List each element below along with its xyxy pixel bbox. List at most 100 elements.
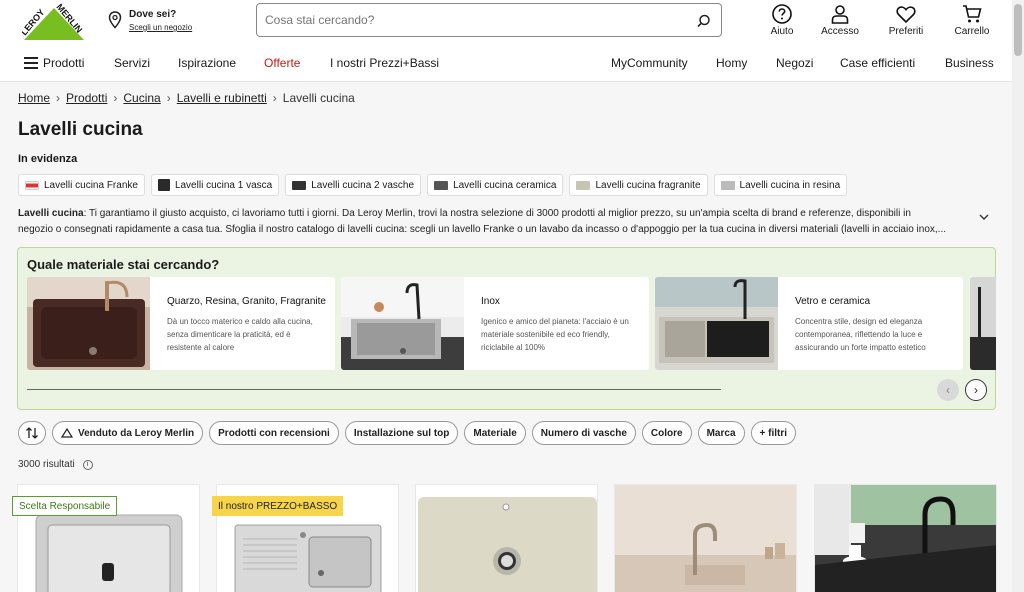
svg-text:LEROY: LEROY: [22, 7, 46, 37]
breadcrumb-cucina[interactable]: Cucina: [123, 91, 160, 105]
cart-icon: [963, 5, 982, 23]
vetro-sink-image: [655, 277, 778, 370]
chip-1-vasca[interactable]: Lavelli cucina 1 vasca: [150, 174, 280, 196]
main-navigation: Prodotti Servizi Ispirazione Offerte I n…: [0, 46, 1012, 82]
breadcrumb-home[interactable]: Home: [18, 91, 50, 105]
chip-label: Lavelli cucina in resina: [739, 179, 841, 191]
filter-label: Venduto da Leroy Merlin: [78, 427, 195, 439]
product-card[interactable]: [415, 484, 598, 592]
filter-label: Numero di vasche: [540, 427, 627, 439]
choose-store-link[interactable]: Scegli un negozio: [129, 23, 192, 32]
badge-scelta-responsabile: Scelta Responsabile: [12, 496, 118, 516]
chip-resina[interactable]: Lavelli cucina in resina: [713, 174, 848, 196]
nav-item-servizi[interactable]: Servizi: [114, 56, 150, 70]
filter-label: Colore: [650, 427, 683, 439]
breadcrumb: Home › Prodotti › Cucina › Lavelli e rub…: [18, 91, 355, 105]
logo-text: LEROY MERLIN: [22, 2, 84, 37]
scrollbar-thumb[interactable]: [1014, 4, 1022, 56]
featured-chips: Lavelli cucina Franke Lavelli cucina 1 v…: [18, 174, 848, 196]
search-bar[interactable]: [256, 3, 722, 37]
chip-ceramica[interactable]: Lavelli cucina ceramica: [427, 174, 564, 196]
nav-item-mycommunity[interactable]: MyCommunity: [611, 56, 688, 70]
menu-icon[interactable]: [24, 57, 38, 69]
chevron-right-icon: ›: [113, 91, 118, 105]
product-image: [416, 485, 597, 592]
page-title: Lavelli cucina: [18, 119, 143, 140]
chip-thumbnail: [157, 179, 170, 191]
product-image: [815, 485, 996, 592]
search-input[interactable]: [265, 11, 685, 29]
product-card[interactable]: [814, 484, 997, 592]
material-card-desc: Igenico e amico del pianeta: l'acciaio è…: [481, 317, 629, 352]
nav-item-offerte[interactable]: Offerte: [264, 56, 300, 70]
product-image: [615, 485, 796, 592]
favorites-label: Preferiti: [888, 26, 924, 37]
nav-item-prezzi-bassi[interactable]: I nostri Prezzi+Bassi: [330, 56, 439, 70]
filter-recensioni[interactable]: Prodotti con recensioni: [209, 421, 339, 445]
chip-2-vasche[interactable]: Lavelli cucina 2 vasche: [285, 174, 422, 196]
help-button[interactable]: Aiuto: [752, 3, 812, 39]
nav-item-homy[interactable]: Homy: [716, 56, 747, 70]
cart-button[interactable]: Carrello: [942, 3, 1002, 39]
filter-label: Marca: [706, 427, 736, 439]
chip-thumbnail: [434, 180, 449, 190]
product-card[interactable]: [614, 484, 797, 592]
material-card-desc: Dà un tocco materico e caldo alla cucina…: [167, 317, 313, 352]
breadcrumb-current: Lavelli cucina: [282, 91, 355, 105]
filter-materiale[interactable]: Materiale: [464, 421, 526, 445]
filter-colore[interactable]: Colore: [641, 421, 692, 445]
nav-item-negozi[interactable]: Negozi: [776, 56, 813, 70]
filter-bar: Venduto da Leroy Merlin Prodotti con rec…: [18, 421, 797, 445]
badge-prezzo-basso: Il nostro PREZZO+BASSO: [212, 496, 344, 516]
filter-numero-vasche[interactable]: Numero di vasche: [531, 421, 636, 445]
carousel-prev-button[interactable]: ‹: [937, 379, 959, 401]
search-icon[interactable]: [696, 13, 712, 29]
breadcrumb-lavelli-rubinetti[interactable]: Lavelli e rubinetti: [177, 91, 267, 105]
info-icon[interactable]: i: [82, 459, 93, 470]
quarzo-sink-image: [27, 277, 150, 370]
main-content: Home › Prodotti › Cucina › Lavelli e rub…: [0, 82, 1012, 592]
chip-franke[interactable]: Lavelli cucina Franke: [18, 174, 145, 196]
login-button[interactable]: Accesso: [810, 3, 870, 39]
material-card-title: Quarzo, Resina, Granito, Fragranite: [167, 296, 326, 307]
page-scrollbar[interactable]: [1012, 0, 1024, 592]
material-carousel: Quale materiale stai cercando? Quarzo, R…: [17, 247, 996, 410]
help-icon: [772, 4, 792, 24]
chip-thumbnail: [292, 180, 307, 190]
chip-label: Lavelli cucina 2 vasche: [311, 179, 415, 191]
filter-label: Installazione sul top: [353, 427, 450, 439]
carousel-progress: [27, 389, 721, 390]
nav-item-prodotti[interactable]: Prodotti: [43, 56, 84, 70]
sort-button[interactable]: [18, 421, 46, 445]
material-card-desc: Concentra stile, design ed eleganza cont…: [795, 317, 926, 352]
material-title: Quale materiale stai cercando?: [27, 257, 220, 272]
chip-fragranite[interactable]: Lavelli cucina fragranite: [569, 174, 708, 196]
carousel-next-button[interactable]: ›: [965, 379, 987, 401]
chevron-down-icon[interactable]: [978, 212, 990, 222]
filter-label: + filtri: [759, 427, 788, 439]
filter-marca[interactable]: Marca: [697, 421, 745, 445]
login-label: Accesso: [821, 26, 859, 37]
material-card-vetro[interactable]: Vetro e ceramica Concentra stile, design…: [655, 277, 963, 370]
filter-venduto-leroy-merlin[interactable]: Venduto da Leroy Merlin: [52, 421, 204, 445]
material-card-quarzo[interactable]: Quarzo, Resina, Granito, Fragranite Dà u…: [27, 277, 335, 370]
nav-item-business[interactable]: Business: [945, 56, 994, 70]
nav-item-case-efficienti[interactable]: Case efficienti: [840, 56, 915, 70]
peek-sink-image: [970, 277, 996, 370]
description-lead: Lavelli cucina: [18, 208, 84, 219]
breadcrumb-prodotti[interactable]: Prodotti: [66, 91, 107, 105]
filter-installazione[interactable]: Installazione sul top: [344, 421, 459, 445]
help-label: Aiuto: [770, 26, 794, 37]
filter-more[interactable]: + filtri: [750, 421, 797, 445]
leroy-merlin-logo[interactable]: LEROY MERLIN: [22, 2, 84, 40]
results-count: 3000 risultati i: [18, 459, 93, 470]
material-card-inox[interactable]: Inox Igenico e amico del pianeta: l'acci…: [341, 277, 649, 370]
chip-thumbnail: [576, 180, 591, 190]
nav-item-ispirazione[interactable]: Ispirazione: [178, 56, 236, 70]
favorites-button[interactable]: Preferiti: [876, 3, 936, 39]
material-card-peek[interactable]: [970, 277, 996, 370]
in-evidenza-heading: In evidenza: [18, 153, 78, 165]
store-selector[interactable]: Dove sei? Scegli un negozio: [108, 8, 218, 36]
inox-sink-image: [341, 277, 464, 370]
chip-label: Lavelli cucina Franke: [44, 179, 138, 191]
